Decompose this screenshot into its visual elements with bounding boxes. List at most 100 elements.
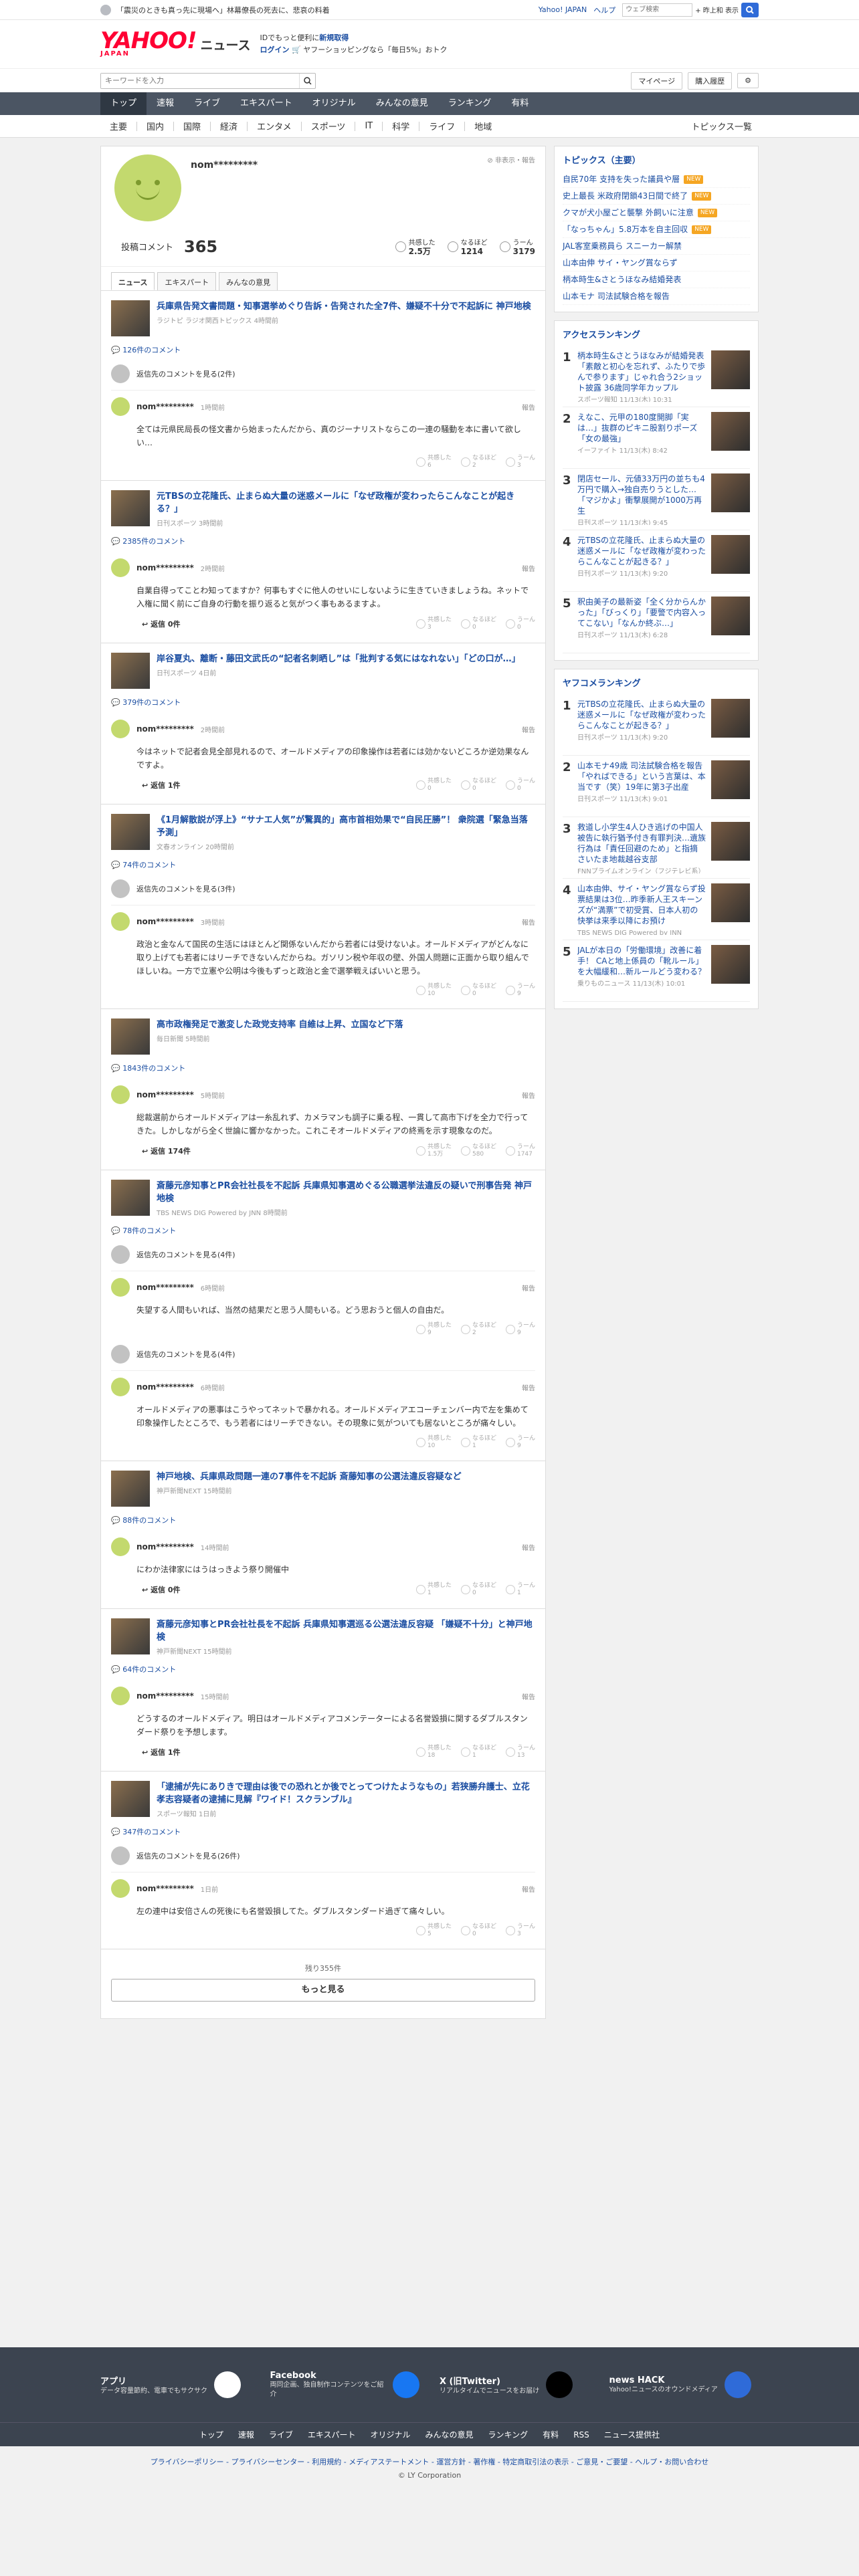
vote-button[interactable]: 共感した 9	[415, 1322, 452, 1337]
vote-button[interactable]: なるほど 1	[460, 1745, 496, 1759]
footer-nav-item[interactable]: ニュース提供社	[604, 2429, 660, 2440]
nav-breaking[interactable]: 速報	[147, 92, 184, 115]
topic-item[interactable]: 「なっちゃん」5.8万本を自主回収 NEW	[563, 221, 750, 238]
tab-news[interactable]: ニュース	[111, 272, 155, 290]
footer-nav-item[interactable]: 速報	[238, 2429, 254, 2440]
reply-button[interactable]: ↩ 返信 0件	[136, 616, 186, 632]
vote-button[interactable]: 共感した 6	[415, 455, 452, 469]
yahoo-logo[interactable]: YAHOO! JAPAN	[100, 29, 197, 58]
topic-item[interactable]: 史上最長 米政府閉鎖43日間で終了 NEW	[563, 188, 750, 205]
news-section-title[interactable]: ニュース	[200, 35, 250, 53]
vote-button[interactable]: なるほど 1	[460, 1435, 496, 1450]
tab-expert[interactable]: エキスパート	[157, 272, 217, 290]
footer-nav-item[interactable]: エキスパート	[308, 2429, 356, 2440]
vote-button[interactable]: 共感した 10	[415, 983, 452, 998]
comment-count-link[interactable]: 💬 2385件のコメント	[111, 536, 535, 546]
footer-nav-item[interactable]: みんなの意見	[425, 2429, 474, 2440]
vote-button[interactable]: うーん 0	[505, 778, 535, 792]
article-thumbnail[interactable]	[111, 1471, 150, 1507]
cat-entertainment[interactable]: エンタメ	[248, 120, 301, 132]
footer-nav-item[interactable]: 有料	[543, 2429, 559, 2440]
notice-text[interactable]: 「震災のときも真っ先に現場へ」林幕僚長の死去に、悲哀の料着	[116, 5, 330, 15]
vote-button[interactable]: なるほど 0	[460, 983, 496, 998]
nav-paid[interactable]: 有料	[501, 92, 539, 115]
reply-button[interactable]: ↩ 返信 1件	[136, 777, 186, 793]
footer-nav-item[interactable]: ライブ	[269, 2429, 293, 2440]
article-title[interactable]: 「逮捕が先にありきで理由は後での恐れとか後でとってつけたようなもの」若狭勝弁護士…	[157, 1781, 535, 1806]
comment-user[interactable]: nom*********	[136, 724, 194, 734]
reply-button[interactable]: ↩ 返信 174件	[136, 1143, 196, 1159]
login-link[interactable]: ログイン	[260, 45, 290, 54]
vote-button[interactable]: うーん 13	[505, 1745, 535, 1759]
vote-button[interactable]: なるほど 0	[460, 778, 496, 792]
comment-user[interactable]: nom*********	[136, 563, 194, 572]
topic-item[interactable]: 山本由伸 サイ・ヤング賞ならず	[563, 255, 750, 272]
cat-it[interactable]: IT	[355, 121, 382, 131]
vote-button[interactable]: 共感した 0	[415, 778, 452, 792]
ranking-item[interactable]: 4 元TBSの立花隆氏、止まらぬ大量の迷惑メールに「なぜ政権が変わったらこんなこ…	[563, 530, 750, 592]
vote-button[interactable]: なるほど 0	[460, 617, 496, 631]
article-thumbnail[interactable]	[111, 1018, 150, 1055]
comment-user[interactable]: nom*********	[136, 1382, 194, 1392]
nav-original[interactable]: オリジナル	[302, 92, 366, 115]
vote-button[interactable]: うーん 0	[505, 617, 535, 631]
cat-local[interactable]: 地域	[465, 120, 501, 132]
web-search-input[interactable]	[622, 3, 693, 17]
article-title[interactable]: 神戸地検、兵庫県政問題一連の7事件を不起訴 斎藤知事の公選法違反容疑など	[157, 1471, 462, 1483]
article-title[interactable]: 高市政権発足で激変した政党支持率 自維は上昇、立国など下落	[157, 1018, 403, 1031]
ranking-item[interactable]: 3 救道し小学生4人ひき逃げの中国人被告に執行猶予付き有罪判決…遺族行為は「責任…	[563, 817, 750, 879]
article-title[interactable]: 兵庫県告発文書問題・知事選挙めぐり告訴・告発された全7件、嫌疑不十分で不起訴に …	[157, 300, 531, 313]
comment-count-link[interactable]: 💬 1843件のコメント	[111, 1063, 535, 1073]
vote-button[interactable]: 共感した 18	[415, 1745, 452, 1759]
article-title[interactable]: 《1月解散説が浮上》“サナエ人気”が驚異的」高市首相効果で“自民圧勝”！ 衆院選…	[157, 814, 535, 839]
report-link[interactable]: 報告	[522, 563, 535, 573]
view-parent-comment[interactable]: 返信先のコメントを見る(4件)	[111, 1341, 535, 1371]
topic-item[interactable]: 柄本時生&さとうほなみ結婚発表	[563, 272, 750, 288]
comment-count-link[interactable]: 💬 64件のコメント	[111, 1664, 535, 1675]
reply-button[interactable]: ↩ 返信 0件	[136, 1582, 186, 1598]
ranking-item[interactable]: 1 元TBSの立花隆氏、止まらぬ大量の迷惑メールに「なぜ政権が変わったらこんなこ…	[563, 694, 750, 756]
news-search-button[interactable]	[299, 73, 315, 88]
comment-count-link[interactable]: 💬 379件のコメント	[111, 697, 535, 708]
comment-count-link[interactable]: 💬 88件のコメント	[111, 1515, 535, 1525]
nav-ranking[interactable]: ランキング	[438, 92, 502, 115]
topic-item[interactable]: クマが犬小屋ごと襲撃 外飼いに注意 NEW	[563, 205, 750, 221]
view-parent-comment[interactable]: 返信先のコメントを見る(3件)	[111, 875, 535, 905]
article-thumbnail[interactable]	[111, 1781, 150, 1817]
topic-item[interactable]: 山本モナ 司法試験合格を報告	[563, 288, 750, 305]
reply-button[interactable]: ↩ 返信 1件	[136, 1744, 186, 1760]
news-search-input[interactable]	[101, 73, 299, 88]
article-thumbnail[interactable]	[111, 1618, 150, 1654]
footer-nav-item[interactable]: ランキング	[488, 2429, 529, 2440]
ranking-item[interactable]: 1 柄本時生&さとうほなみが結婚発表 「素敵と初心を忘れず、ふたりで歩んで参りま…	[563, 346, 750, 407]
nav-top[interactable]: トップ	[100, 92, 147, 115]
vote-button[interactable]: うーん 9	[505, 1322, 535, 1337]
cat-science[interactable]: 科学	[383, 120, 419, 132]
footer-newshack[interactable]: news HACK Yahoo!ニュースのオウンドメディア	[609, 2371, 759, 2398]
article-thumbnail[interactable]	[111, 300, 150, 336]
cat-sports[interactable]: スポーツ	[302, 120, 355, 132]
vote-button[interactable]: 共感した 3	[415, 617, 452, 631]
cat-domestic[interactable]: 国内	[137, 120, 173, 132]
vote-button[interactable]: なるほど 2	[460, 1322, 496, 1337]
cat-world[interactable]: 国際	[174, 120, 210, 132]
topics-list-link[interactable]: トピックス一覧	[682, 120, 759, 132]
more-button[interactable]: もっと見る	[111, 1979, 535, 2002]
footer-nav-item[interactable]: RSS	[573, 2430, 589, 2440]
settings-button[interactable]: ⚙	[737, 73, 759, 88]
signup-link[interactable]: 新規取得	[319, 33, 349, 42]
report-link[interactable]: 報告	[522, 1884, 535, 1894]
article-thumbnail[interactable]	[111, 490, 150, 526]
report-link[interactable]: 報告	[522, 917, 535, 927]
vote-button[interactable]: 共感した 10	[415, 1435, 452, 1450]
ranking-item[interactable]: 3 閉店セール、元値33万円の並ちも4万円で購入→独自売りうとした…「マジかよ」…	[563, 469, 750, 530]
help-link[interactable]: ヘルプ	[593, 5, 615, 15]
footer-links[interactable]: プライバシーポリシー - プライバシーセンター - 利用規約 - メディアステー…	[0, 2456, 859, 2469]
comment-user[interactable]: nom*********	[136, 1090, 194, 1099]
footer-nav-item[interactable]: オリジナル	[371, 2429, 411, 2440]
ranking-item[interactable]: 5 JALが本日の「労働環境」改善に着手！ CAと地上係員の「靴ルール」を大幅緩…	[563, 940, 750, 1002]
vote-button[interactable]: うーん 3	[505, 455, 535, 469]
footer-facebook[interactable]: Facebook 両同企画、独自制作コンテンツをご紹介	[270, 2371, 419, 2399]
vote-button[interactable]: うーん 1	[505, 1582, 535, 1597]
comment-user[interactable]: nom*********	[136, 402, 194, 411]
